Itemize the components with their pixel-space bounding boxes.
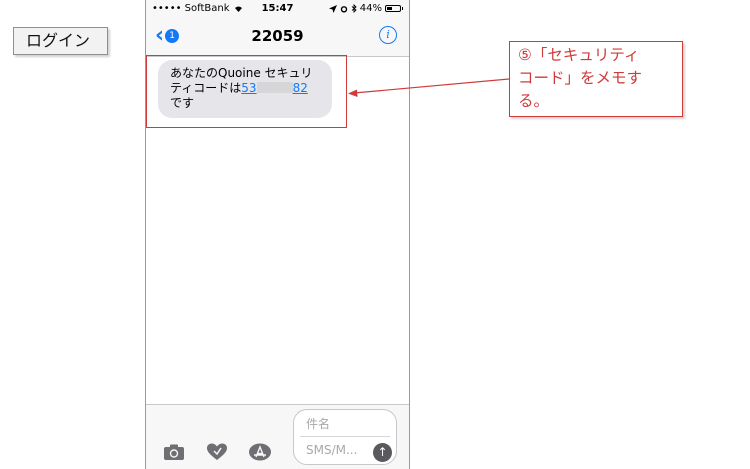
callout-arrow <box>348 78 510 97</box>
